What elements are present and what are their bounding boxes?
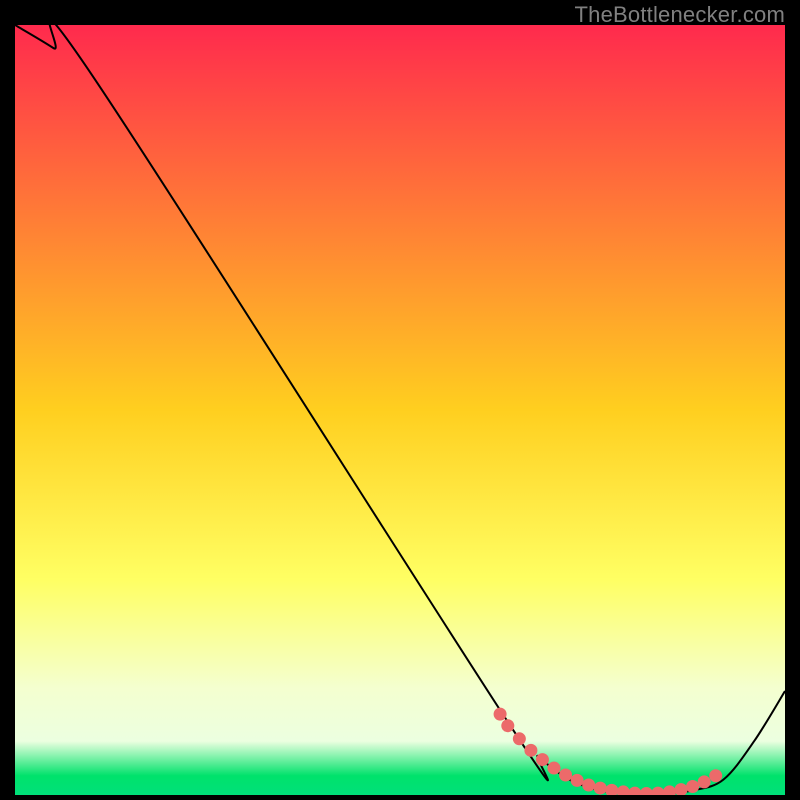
- optimal-point: [709, 769, 722, 782]
- optimal-point: [501, 719, 514, 732]
- optimal-point: [571, 774, 584, 787]
- optimal-point: [548, 762, 561, 775]
- optimal-point: [594, 782, 607, 795]
- bottleneck-chart: [15, 25, 785, 795]
- optimal-point: [559, 768, 572, 781]
- optimal-point: [524, 744, 537, 757]
- optimal-point: [698, 775, 711, 788]
- optimal-point: [494, 708, 507, 721]
- optimal-point: [513, 732, 526, 745]
- chart-frame: [15, 25, 785, 795]
- gradient-background: [15, 25, 785, 795]
- optimal-point: [686, 780, 699, 793]
- optimal-point: [582, 778, 595, 791]
- optimal-point: [536, 753, 549, 766]
